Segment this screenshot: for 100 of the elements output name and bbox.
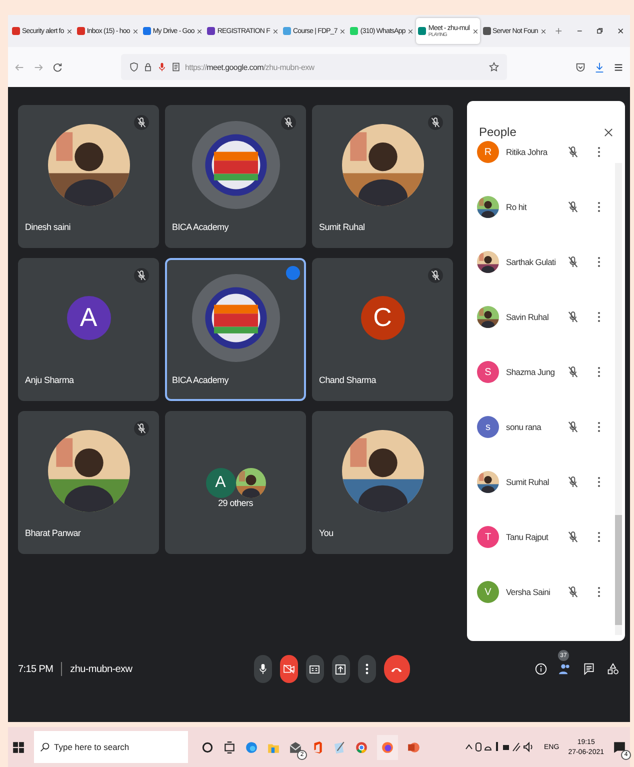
- restore-icon[interactable]: [596, 26, 604, 36]
- more-icon[interactable]: [597, 146, 601, 158]
- microphone-button[interactable]: [254, 655, 272, 683]
- notepad-icon[interactable]: [333, 740, 346, 754]
- participant-name: Sumit Ruhal: [506, 477, 550, 487]
- tab-close-icon[interactable]: [132, 28, 138, 34]
- star-icon[interactable]: [489, 62, 499, 72]
- avatar: A: [206, 468, 236, 498]
- avatar: s: [477, 416, 499, 438]
- address-bar[interactable]: https://meet.google.com/zhu-mubn-exw: [121, 54, 507, 80]
- camera-off-button[interactable]: [280, 655, 298, 683]
- menu-icon[interactable]: [613, 62, 624, 72]
- meeting-code: zhu-mubn-exw: [70, 664, 132, 674]
- mic-off-icon: [568, 311, 578, 323]
- mail-icon[interactable]: [289, 740, 302, 754]
- avatar: S: [477, 361, 499, 383]
- captions-button[interactable]: [306, 655, 324, 683]
- participant-name: sonu rana: [506, 422, 542, 432]
- microphone-icon: [258, 663, 268, 675]
- more-icon[interactable]: [597, 421, 601, 433]
- phone-icon: [390, 666, 404, 672]
- more-icon[interactable]: [597, 311, 601, 323]
- participant-name: You: [318, 528, 334, 540]
- scrollbar[interactable]: [615, 163, 622, 635]
- mic-off-icon: [568, 366, 578, 378]
- task-view-icon[interactable]: [223, 740, 236, 754]
- participant-name: Dinesh saini: [24, 222, 72, 234]
- participant-row[interactable]: R Ritika Johra: [477, 141, 601, 163]
- tab-favicon: [482, 27, 490, 35]
- avatar: T: [477, 526, 499, 548]
- participant-name: Savin Ruhal: [506, 312, 550, 322]
- url-text: https://meet.google.com/zhu-mubn-exw: [185, 62, 314, 72]
- present-button[interactable]: [332, 655, 350, 683]
- people-icon[interactable]: [559, 663, 572, 675]
- tab-close-icon[interactable]: [66, 28, 72, 34]
- pocket-icon[interactable]: [575, 62, 586, 72]
- more-icon[interactable]: [597, 531, 601, 543]
- windows-start-icon[interactable]: [12, 740, 25, 754]
- mic-off-icon: [568, 256, 578, 268]
- tab-favicon: [282, 27, 291, 35]
- more-options-button[interactable]: [358, 655, 376, 683]
- participant-row[interactable]: V Versha Saini: [477, 581, 601, 603]
- tab-close-icon[interactable]: [472, 28, 478, 34]
- tab-favicon: [142, 27, 151, 35]
- tab-close-icon[interactable]: [340, 28, 346, 34]
- participant-name: Tanu Rajput: [506, 532, 550, 542]
- more-icon: [364, 663, 369, 675]
- notification-icon[interactable]: [613, 740, 626, 754]
- participant-row[interactable]: T Tanu Rajput: [477, 526, 601, 548]
- reload-icon[interactable]: [52, 62, 63, 72]
- tab-favicon: [12, 27, 20, 35]
- more-icon[interactable]: [597, 586, 601, 598]
- avatar: A: [66, 296, 110, 340]
- download-icon[interactable]: [594, 62, 605, 72]
- present-icon: [335, 664, 346, 674]
- new-tab-icon[interactable]: [554, 26, 562, 36]
- participant-row[interactable]: Savin Ruhal: [477, 306, 601, 328]
- search-field[interactable]: Type here to search: [34, 731, 188, 763]
- tab-favicon: [207, 27, 216, 35]
- powerpoint-icon[interactable]: [407, 740, 420, 754]
- mic-off-icon: [568, 146, 578, 158]
- mic-off-icon: [568, 421, 578, 433]
- tab-close-icon[interactable]: [197, 28, 202, 34]
- participant-row[interactable]: Sarthak Gulati: [477, 251, 601, 273]
- participant-name: Chand Sharma: [318, 375, 378, 387]
- close-icon[interactable]: [604, 128, 613, 136]
- chat-icon[interactable]: [583, 663, 596, 675]
- tab-close-icon[interactable]: [408, 28, 414, 34]
- end-call-button[interactable]: [384, 655, 410, 683]
- shield-icon: [129, 62, 139, 72]
- tab-close-icon[interactable]: [540, 28, 546, 34]
- participant-row[interactable]: S Shazma Jung: [477, 361, 601, 383]
- more-icon[interactable]: [597, 201, 601, 213]
- more-icon[interactable]: [597, 256, 601, 268]
- panel-title: People: [479, 125, 516, 139]
- firefox-icon[interactable]: [381, 740, 394, 754]
- chrome-icon[interactable]: [355, 740, 368, 754]
- participant-row[interactable]: s sonu rana: [477, 416, 601, 438]
- close-icon[interactable]: [616, 26, 624, 36]
- avatar: R: [477, 141, 499, 163]
- cortana-icon[interactable]: [201, 740, 214, 754]
- participant-name: Ro hit: [506, 202, 528, 212]
- info-icon[interactable]: [535, 663, 548, 675]
- tab-favicon: [350, 27, 358, 35]
- microphone-icon: [157, 62, 167, 72]
- captions-icon: [309, 664, 320, 674]
- tab-favicon: [418, 27, 426, 35]
- activities-icon[interactable]: [607, 663, 620, 675]
- tab-close-icon[interactable]: [272, 28, 278, 34]
- more-icon[interactable]: [597, 476, 601, 488]
- tab-favicon: [76, 27, 85, 35]
- participant-row[interactable]: Ro hit: [477, 196, 601, 218]
- speaking-icon: [286, 266, 300, 280]
- participant-name: Versha Saini: [506, 587, 552, 597]
- more-icon[interactable]: [597, 366, 601, 378]
- participant-name: Bharat Panwar: [24, 528, 82, 540]
- participant-name: Anju Sharma: [24, 375, 75, 387]
- edge-icon[interactable]: [245, 740, 258, 754]
- participant-name: Shazma Jung: [506, 367, 556, 377]
- participant-row[interactable]: Sumit Ruhal: [477, 471, 601, 493]
